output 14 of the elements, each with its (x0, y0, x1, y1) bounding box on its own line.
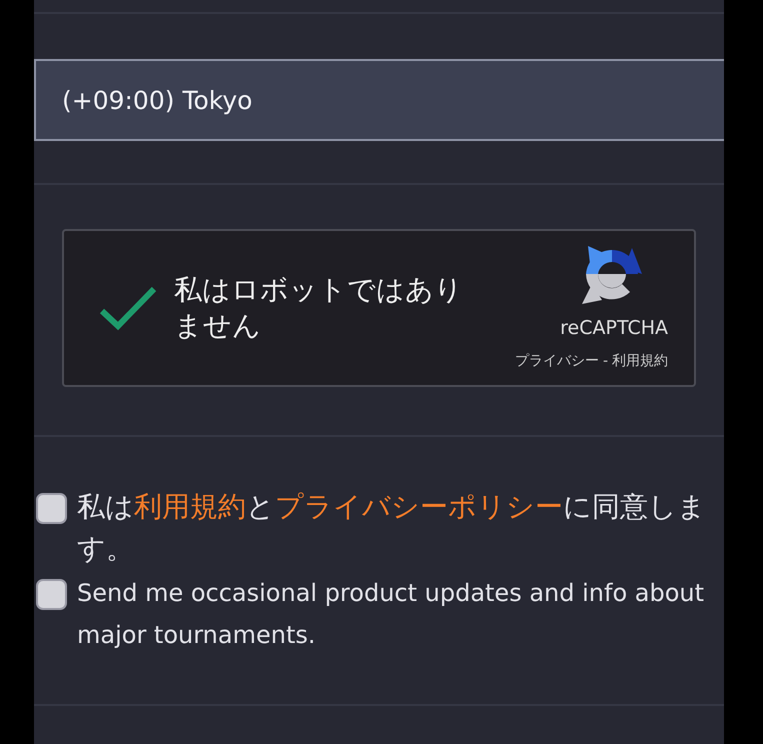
agreement-text: 私は利用規約 と プライバシーポリシーに同意します。 (77, 489, 707, 567)
separator: - (602, 352, 608, 371)
recaptcha-brand: reCAPTCHA (560, 316, 668, 342)
checkmark-icon[interactable] (98, 285, 158, 331)
agreement-text: Send me occasional product updates and info about major tournaments. (77, 578, 705, 651)
checkbox[interactable] (36, 579, 67, 610)
refresh-arrows-icon (580, 244, 644, 306)
agreement-link[interactable]: 利用規約 (134, 490, 246, 523)
checkbox[interactable] (36, 493, 67, 524)
captcha-label: 私はロボットではありません (174, 272, 464, 344)
terms-link[interactable]: 利用規約 (612, 350, 668, 372)
privacy-link[interactable]: プライバシー (514, 350, 599, 372)
agreement-link[interactable]: プライバシーポリシー (275, 490, 563, 523)
timezone-field[interactable]: (+09:00) Tokyo (34, 59, 724, 141)
